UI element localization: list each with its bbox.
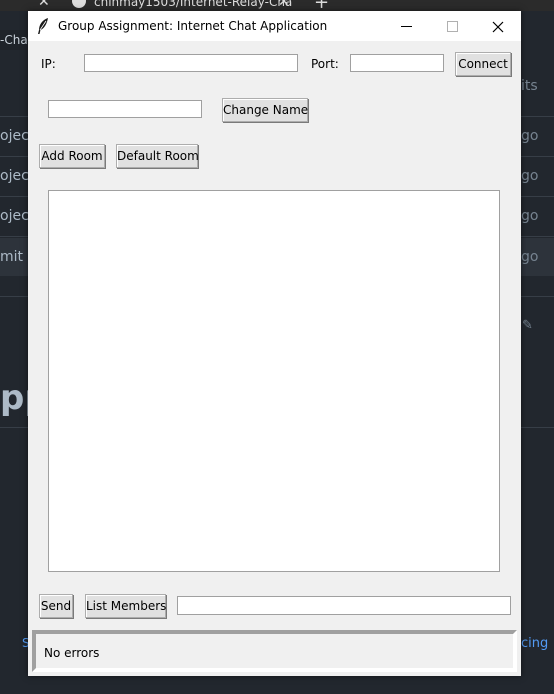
chat-app-window: Group Assignment: Internet Chat Applicat…: [28, 11, 521, 676]
row-age-text: go: [521, 128, 539, 144]
status-text: No errors: [44, 646, 100, 660]
ip-input[interactable]: [84, 54, 298, 72]
connect-button[interactable]: Connect: [455, 52, 511, 76]
url-fragment: -Chat: [0, 30, 28, 50]
row-age-text: go: [521, 208, 539, 224]
name-input[interactable]: [48, 100, 202, 118]
title-bar[interactable]: Group Assignment: Internet Chat Applicat…: [28, 11, 521, 41]
row-age-text: go: [521, 168, 539, 184]
file-row-text: oject: [0, 168, 28, 184]
add-room-button[interactable]: Add Room: [39, 144, 105, 168]
change-name-button[interactable]: Change Name: [222, 98, 308, 122]
file-row-text: mit: [0, 249, 24, 265]
minimize-button[interactable]: [383, 11, 429, 41]
port-input[interactable]: [350, 54, 444, 72]
maximize-button[interactable]: [429, 11, 475, 41]
tab-close-icon[interactable]: ✕: [278, 0, 290, 10]
close-button[interactable]: [475, 11, 521, 41]
status-bar: No errors: [32, 630, 517, 672]
minimize-icon: [400, 26, 412, 27]
message-input[interactable]: [177, 596, 511, 615]
browser-tab-bar: ✕ chinmay1503/Internet-Relay-Cha ✕ +: [0, 0, 554, 11]
send-button[interactable]: Send: [39, 594, 73, 618]
commits-text: its: [521, 78, 538, 94]
list-members-button[interactable]: List Members: [85, 594, 166, 618]
readme-heading-fragment: pp: [0, 378, 28, 418]
port-label: Port:: [311, 57, 339, 71]
file-row-text: oject: [0, 208, 28, 224]
row-age-text: go: [521, 249, 539, 265]
github-logo-icon: [72, 0, 86, 8]
new-tab-icon[interactable]: +: [314, 0, 329, 11]
close-icon: [492, 21, 504, 32]
tab-close-icon[interactable]: ✕: [38, 0, 50, 10]
pencil-icon[interactable]: ✎: [522, 318, 533, 333]
maximize-icon: [446, 21, 458, 32]
footer-link[interactable]: cing: [521, 636, 548, 651]
feather-icon: [38, 18, 48, 34]
browser-tab-title[interactable]: chinmay1503/Internet-Relay-Cha: [94, 0, 292, 9]
file-row-text: oject: [0, 128, 28, 144]
chat-display[interactable]: [48, 190, 500, 572]
default-room-button[interactable]: Default Room: [116, 144, 199, 168]
ip-label: IP:: [41, 57, 56, 71]
window-title: Group Assignment: Internet Chat Applicat…: [58, 19, 328, 33]
